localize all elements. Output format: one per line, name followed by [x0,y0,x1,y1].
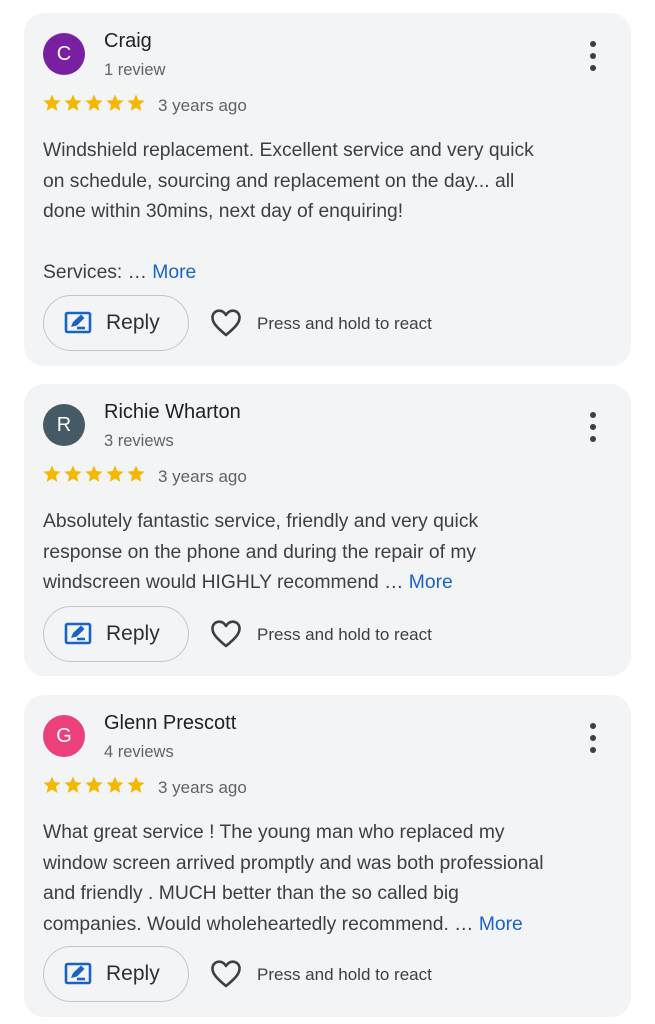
star-icon [85,465,103,482]
review-count: 4 reviews [104,743,174,761]
review-time: 3 years ago [158,96,247,115]
services-label: Services: … [43,261,147,283]
more-link[interactable]: More [479,914,523,935]
heart-icon[interactable] [210,619,242,649]
more-vert-icon[interactable] [586,723,600,753]
star-icon [106,776,124,793]
review-count: 1 review [104,61,166,79]
review-line: on schedule, sourcing and replacement on… [43,170,515,192]
star-icon [85,776,103,793]
review-text: Absolutely fantastic service, friendly a… [43,507,618,599]
review-count: 3 reviews [104,432,174,450]
review-line: response on the phone and during the rep… [43,541,477,563]
review-card: R Richie Wharton 3 reviews 3 years ago A… [24,384,631,676]
heart-icon[interactable] [210,959,242,989]
reviewer-name[interactable]: Craig [104,30,152,53]
review-text: What great service ! The young man who r… [43,818,618,940]
reply-label: Reply [106,622,160,645]
reply-label: Reply [106,962,160,985]
review-line: window screen arrived promptly and was b… [43,852,544,874]
review-line: windscreen would HIGHLY recommend … More [43,572,453,593]
review-line: What great service ! The young man who r… [43,822,505,843]
star-rating [42,93,146,113]
star-rating [42,775,146,795]
star-icon [64,776,82,793]
more-link[interactable]: More [152,262,196,283]
star-icon [106,465,124,482]
reply-button[interactable]: Reply [43,606,189,662]
star-icon [64,94,82,111]
star-icon [127,776,145,793]
star-icon [43,94,61,111]
review-line: and friendly . MUCH better than the so c… [43,883,459,904]
edit-note-icon [64,621,92,647]
star-icon [127,465,145,482]
react-hint: Press and hold to react [257,965,432,984]
react-hint: Press and hold to react [257,314,432,333]
review-text: Windshield replacement. Excellent servic… [43,136,618,288]
reply-button[interactable]: Reply [43,295,189,351]
star-icon [106,94,124,111]
star-icon [85,94,103,111]
review-card: G Glenn Prescott 4 reviews 3 years ago W… [24,695,631,1017]
more-link[interactable]: More [409,572,453,593]
review-line: Absolutely fantastic service, friendly a… [43,511,479,532]
star-icon [64,465,82,482]
star-icon [43,776,61,793]
more-vert-icon[interactable] [586,412,600,442]
review-line: Services: … More [43,258,618,289]
review-line: done within 30mins, next day of enquirin… [43,201,404,222]
star-rating [42,464,146,484]
edit-note-icon [64,961,92,987]
heart-icon[interactable] [210,308,242,338]
review-time: 3 years ago [158,778,247,797]
avatar[interactable]: G [43,715,85,757]
review-line: Windshield replacement. Excellent servic… [43,140,534,161]
review-card: C Craig 1 review 3 years ago Windshield … [24,13,631,366]
star-icon [127,94,145,111]
reviewer-name[interactable]: Glenn Prescott [104,712,236,735]
more-vert-icon[interactable] [586,41,600,71]
review-line: companies. Would wholeheartedly recommen… [43,913,523,935]
avatar[interactable]: C [43,33,85,75]
reply-button[interactable]: Reply [43,946,189,1002]
edit-note-icon [64,310,92,336]
reviewer-name[interactable]: Richie Wharton [104,401,241,424]
react-hint: Press and hold to react [257,625,432,644]
avatar[interactable]: R [43,404,85,446]
star-icon [43,465,61,482]
review-time: 3 years ago [158,467,247,486]
reply-label: Reply [106,311,160,334]
